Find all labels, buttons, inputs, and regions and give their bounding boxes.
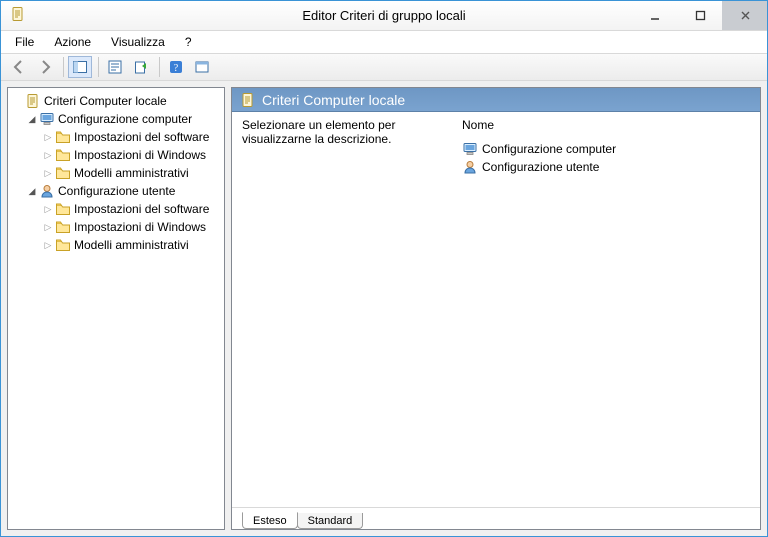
menu-file[interactable]: File	[7, 33, 42, 51]
items-column: Nome Configurazione computer Configurazi…	[462, 118, 750, 176]
tree-root[interactable]: Criteri Computer locale	[10, 92, 222, 110]
tab-extended[interactable]: Esteso	[242, 512, 298, 529]
collapse-icon[interactable]: ◢	[26, 113, 38, 125]
doc-icon	[25, 93, 41, 109]
detail-columns: Selezionare un elemento per visualizzarn…	[232, 112, 760, 182]
description-column: Selezionare un elemento per visualizzarn…	[242, 118, 442, 176]
tree-label: Impostazioni del software	[74, 130, 209, 144]
tree-panel: Criteri Computer locale ◢ Configurazione…	[7, 87, 225, 530]
tree-item[interactable]: ▷ Modelli amministrativi	[10, 236, 222, 254]
collapse-icon[interactable]: ◢	[26, 185, 38, 197]
list-item-user[interactable]: Configurazione utente	[462, 158, 750, 176]
computer-icon	[462, 141, 478, 157]
spacer	[12, 95, 24, 107]
folder-icon	[55, 201, 71, 217]
menubar: File Azione Visualizza ?	[1, 31, 767, 53]
tree-label: Impostazioni di Windows	[74, 220, 206, 234]
expand-icon[interactable]: ▷	[42, 149, 54, 161]
tree-item[interactable]: ▷ Modelli amministrativi	[10, 164, 222, 182]
forward-button[interactable]	[33, 56, 57, 78]
list-label: Configurazione computer	[482, 142, 616, 156]
folder-icon	[55, 219, 71, 235]
minimize-button[interactable]	[632, 1, 677, 30]
titlebar: Editor Criteri di gruppo locali	[1, 1, 767, 31]
tree-item[interactable]: ▷ Impostazioni del software	[10, 200, 222, 218]
expand-icon[interactable]: ▷	[42, 203, 54, 215]
detail-panel: Criteri Computer locale Selezionare un e…	[231, 87, 761, 530]
menu-help[interactable]: ?	[177, 33, 200, 51]
expand-icon[interactable]: ▷	[42, 131, 54, 143]
show-tree-button[interactable]	[68, 56, 92, 78]
user-icon	[462, 159, 478, 175]
folder-icon	[55, 129, 71, 145]
properties-button[interactable]	[103, 56, 127, 78]
tree-label: Impostazioni di Windows	[74, 148, 206, 162]
tree-label: Configurazione computer	[58, 112, 192, 126]
tree-label: Criteri Computer locale	[44, 94, 167, 108]
tree-label: Modelli amministrativi	[74, 238, 189, 252]
tree-item[interactable]: ▷ Impostazioni del software	[10, 128, 222, 146]
app-icon	[9, 6, 29, 25]
toolbar-separator	[159, 57, 160, 77]
list-item-computer[interactable]: Configurazione computer	[462, 140, 750, 158]
policy-tree: Criteri Computer locale ◢ Configurazione…	[8, 88, 224, 258]
detail-body: Criteri Computer locale Selezionare un e…	[232, 88, 760, 507]
show-window-button[interactable]	[190, 56, 214, 78]
expand-icon[interactable]: ▷	[42, 167, 54, 179]
tab-standard[interactable]: Standard	[297, 513, 364, 529]
folder-icon	[55, 165, 71, 181]
tree-user-config[interactable]: ◢ Configurazione utente	[10, 182, 222, 200]
close-button[interactable]	[722, 1, 767, 30]
doc-icon	[240, 92, 256, 108]
menu-action[interactable]: Azione	[46, 33, 99, 51]
user-icon	[39, 183, 55, 199]
tree-label: Impostazioni del software	[74, 202, 209, 216]
expand-icon[interactable]: ▷	[42, 239, 54, 251]
folder-icon	[55, 147, 71, 163]
toolbar-separator	[98, 57, 99, 77]
tree-label: Configurazione utente	[58, 184, 175, 198]
back-button[interactable]	[7, 56, 31, 78]
folder-icon	[55, 237, 71, 253]
help-button[interactable]	[164, 56, 188, 78]
maximize-button[interactable]	[677, 1, 722, 30]
column-header-name[interactable]: Nome	[462, 118, 722, 136]
detail-title: Criteri Computer locale	[262, 92, 405, 108]
tree-label: Modelli amministrativi	[74, 166, 189, 180]
tree-computer-config[interactable]: ◢ Configurazione computer	[10, 110, 222, 128]
window-controls	[632, 1, 767, 30]
computer-icon	[39, 111, 55, 127]
list-label: Configurazione utente	[482, 160, 599, 174]
export-button[interactable]	[129, 56, 153, 78]
toolbar	[1, 53, 767, 81]
expand-icon[interactable]: ▷	[42, 221, 54, 233]
menu-view[interactable]: Visualizza	[103, 33, 173, 51]
detail-header: Criteri Computer locale	[232, 88, 760, 112]
tree-item[interactable]: ▷ Impostazioni di Windows	[10, 218, 222, 236]
description-hint: Selezionare un elemento per visualizzarn…	[242, 118, 395, 146]
main-area: Criteri Computer locale ◢ Configurazione…	[1, 81, 767, 536]
tree-item[interactable]: ▷ Impostazioni di Windows	[10, 146, 222, 164]
view-tabs: Esteso Standard	[232, 507, 760, 529]
toolbar-separator	[63, 57, 64, 77]
